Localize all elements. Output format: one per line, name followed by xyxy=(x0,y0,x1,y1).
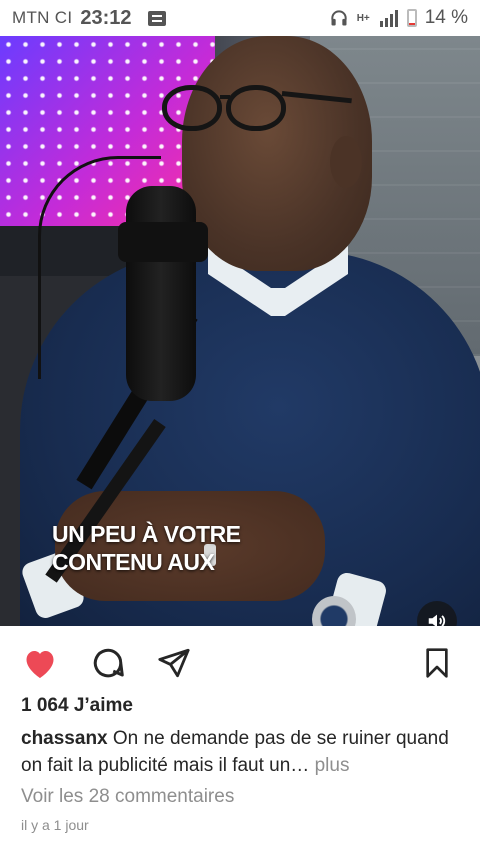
status-bar-left: MTN CI 23:12 xyxy=(12,7,166,30)
notification-icon xyxy=(147,10,166,26)
comment-icon xyxy=(93,648,124,678)
carrier-name: MTN CI xyxy=(12,8,73,27)
send-icon xyxy=(158,648,190,678)
status-bar: MTN CI 23:12 H+ 14 % xyxy=(0,0,480,36)
signal-icon xyxy=(379,10,398,27)
post-video[interactable]: UN PEU À VOTRE CONTENU AUX xyxy=(0,36,480,626)
status-bar-right: H+ 14 % xyxy=(329,7,468,29)
battery-icon xyxy=(406,9,417,27)
person-ear xyxy=(330,136,362,188)
glasses xyxy=(162,81,352,137)
post-caption: chassanx On ne demande pas de se ruiner … xyxy=(21,725,461,779)
bookmark-icon xyxy=(426,648,448,678)
post-timestamp: il y a 1 jour xyxy=(21,817,89,833)
post-action-bar xyxy=(0,636,480,686)
save-button[interactable] xyxy=(418,644,456,682)
like-count[interactable]: 1 064 J’aime xyxy=(21,695,133,717)
network-type-label: H+ xyxy=(356,12,370,24)
video-caption: UN PEU À VOTRE CONTENU AUX xyxy=(52,520,241,576)
like-button[interactable] xyxy=(21,644,59,682)
headphones-icon xyxy=(331,10,347,26)
video-caption-line-1: UN PEU À VOTRE xyxy=(52,521,241,547)
volume-icon xyxy=(428,614,446,626)
view-comments-link[interactable]: Voir les 28 commentaires xyxy=(21,786,234,808)
battery-percent: 14 % xyxy=(424,7,468,28)
video-caption-line-2: CONTENU AUX xyxy=(52,549,215,575)
comment-button[interactable] xyxy=(89,644,127,682)
clock: 23:12 xyxy=(80,6,132,29)
post-username[interactable]: chassanx xyxy=(21,728,108,749)
microphone-clamp xyxy=(118,222,208,262)
microphone xyxy=(126,186,196,401)
heart-icon xyxy=(26,651,54,678)
more-link[interactable]: plus xyxy=(315,755,350,776)
share-button[interactable] xyxy=(155,644,193,682)
